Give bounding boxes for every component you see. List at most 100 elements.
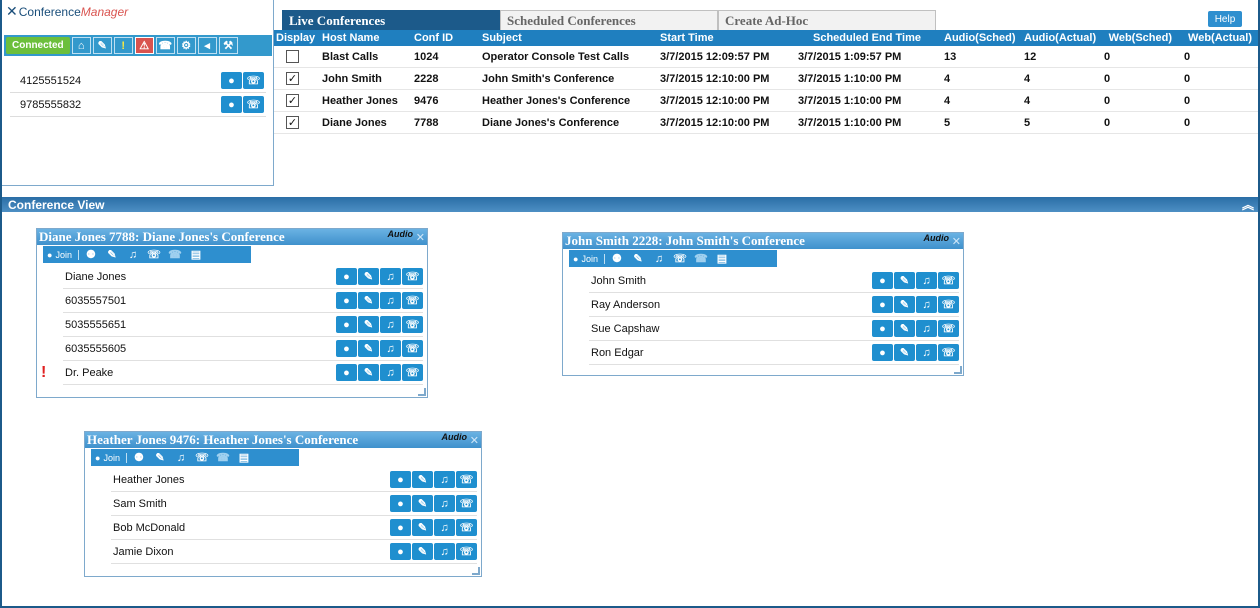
participant-row[interactable]: Sam Smith ● ✎ ♫ ☏ — [111, 492, 477, 516]
display-checkbox[interactable]: ✓ — [286, 94, 299, 107]
person-icon[interactable]: ● — [221, 72, 242, 89]
mute-icon[interactable]: ✎ — [358, 292, 379, 309]
mute-icon[interactable]: ✎ — [92, 37, 112, 54]
group-icon[interactable]: ⚉ — [130, 451, 148, 464]
person-icon[interactable]: ● — [336, 316, 357, 333]
participant-row[interactable]: 5035555651 ● ✎ ♫ ☏ — [63, 313, 423, 337]
mute-icon[interactable]: ✎ — [358, 316, 379, 333]
participant-row[interactable]: Diane Jones ● ✎ ♫ ☏ — [63, 265, 423, 289]
hangup-icon[interactable]: ☏ — [456, 471, 477, 488]
table-row[interactable]: Blast Calls 1024 Operator Console Test Cal… — [274, 46, 1258, 68]
hangup-all-icon[interactable]: ☏ — [145, 248, 163, 261]
phone-icon[interactable]: ☎ — [155, 37, 175, 54]
header-audio-actual[interactable]: Audio(Actual) — [1016, 32, 1096, 44]
display-checkbox[interactable]: ✓ — [286, 72, 299, 85]
participant-row[interactable]: Jamie Dixon ● ✎ ♫ ☏ — [111, 540, 477, 564]
tab-scheduled-conferences[interactable]: Scheduled Conferences — [500, 10, 718, 30]
participant-row[interactable]: 6035557501 ● ✎ ♫ ☏ — [63, 289, 423, 313]
mute-all-icon[interactable]: ✎ — [629, 252, 647, 265]
participant-row[interactable]: Sue Capshaw ● ✎ ♫ ☏ — [589, 317, 959, 341]
tab-create-ad-hoc[interactable]: Create Ad-Hoc — [718, 10, 936, 30]
music-icon[interactable]: ♫ — [434, 519, 455, 536]
resize-handle[interactable] — [472, 567, 480, 575]
music-icon[interactable]: ♫ — [434, 471, 455, 488]
person-icon[interactable]: ● — [872, 320, 893, 337]
music-icon[interactable]: ♫ — [124, 249, 142, 261]
mute-icon[interactable]: ✎ — [894, 272, 915, 289]
participant-row[interactable]: 6035555605 ● ✎ ♫ ☏ — [63, 337, 423, 361]
book-icon[interactable]: ▤ — [187, 248, 205, 261]
music-icon[interactable]: ♫ — [172, 452, 190, 464]
hangup-all-icon[interactable]: ☏ — [193, 451, 211, 464]
person-icon[interactable]: ● — [336, 268, 357, 285]
person-icon[interactable]: ● — [221, 96, 242, 113]
conference-window-title-bar[interactable]: Heather Jones 9476: Heather Jones's Conf… — [85, 432, 481, 448]
header-web-sched[interactable]: Web(Sched) — [1096, 32, 1176, 44]
participant-row[interactable]: John Smith ● ✎ ♫ ☏ — [589, 269, 959, 293]
hangup-icon[interactable]: ☏ — [243, 72, 264, 89]
hangup-icon[interactable]: ☏ — [402, 316, 423, 333]
header-end-time[interactable]: Scheduled End Time — [798, 32, 936, 44]
mute-icon[interactable]: ✎ — [894, 320, 915, 337]
hangup-icon[interactable]: ☏ — [402, 268, 423, 285]
join-button[interactable]: ● Join — [47, 249, 79, 260]
hangup-icon[interactable]: ☏ — [402, 340, 423, 357]
music-icon[interactable]: ♫ — [434, 495, 455, 512]
resize-handle[interactable] — [954, 366, 962, 374]
music-icon[interactable]: ♫ — [916, 296, 937, 313]
wrench-icon[interactable]: ⚒ — [218, 37, 238, 54]
warning-icon[interactable]: ! — [113, 37, 133, 54]
music-icon[interactable]: ♫ — [380, 292, 401, 309]
gear-icon[interactable]: ⚙ — [176, 37, 196, 54]
participant-row[interactable]: ! Dr. Peake ● ✎ ♫ ☏ — [41, 361, 423, 385]
table-row[interactable]: ✓ Diane Jones 7788 Diane Jones's Conference… — [274, 112, 1258, 134]
mute-icon[interactable]: ✎ — [412, 495, 433, 512]
hangup-icon[interactable]: ☏ — [402, 364, 423, 381]
music-icon[interactable]: ♫ — [916, 272, 937, 289]
mute-icon[interactable]: ✎ — [412, 519, 433, 536]
mute-icon[interactable]: ✎ — [894, 296, 915, 313]
mute-icon[interactable]: ✎ — [358, 364, 379, 381]
join-button[interactable]: ● Join — [95, 452, 127, 463]
participant-row[interactable]: Heather Jones ● ✎ ♫ ☏ — [111, 468, 477, 492]
close-icon[interactable]: ✕ — [416, 231, 425, 244]
mute-icon[interactable]: ✎ — [412, 543, 433, 560]
table-row[interactable]: ✓ John Smith 2228 John Smith's Conference 3/… — [274, 68, 1258, 90]
music-icon[interactable]: ♫ — [380, 268, 401, 285]
hangup-icon[interactable]: ☏ — [938, 272, 959, 289]
dial-out-icon[interactable]: ☎ — [692, 252, 710, 265]
header-web-actual[interactable]: Web(Actual) — [1176, 32, 1256, 44]
hangup-icon[interactable]: ☏ — [456, 519, 477, 536]
mute-icon[interactable]: ✎ — [412, 471, 433, 488]
back-icon[interactable]: ◂ — [197, 37, 217, 54]
header-host-name[interactable]: Host Name — [318, 32, 414, 44]
home-icon[interactable]: ⌂ — [71, 37, 91, 54]
collapse-chevron-icon[interactable]: ︽ — [1242, 196, 1254, 213]
header-start-time[interactable]: Start Time — [660, 32, 798, 44]
music-icon[interactable]: ♫ — [434, 543, 455, 560]
participant-row[interactable]: Bob McDonald ● ✎ ♫ ☏ — [111, 516, 477, 540]
display-checkbox[interactable]: ✓ — [286, 116, 299, 129]
person-icon[interactable]: ● — [336, 340, 357, 357]
music-icon[interactable]: ♫ — [650, 253, 668, 265]
person-icon[interactable]: ● — [390, 495, 411, 512]
person-icon[interactable]: ● — [390, 471, 411, 488]
hangup-icon[interactable]: ☏ — [456, 543, 477, 560]
conference-window-title-bar[interactable]: Diane Jones 7788: Diane Jones's Conferen… — [37, 229, 427, 245]
hangup-icon[interactable]: ☏ — [402, 292, 423, 309]
hangup-icon[interactable]: ☏ — [938, 344, 959, 361]
person-icon[interactable]: ● — [872, 344, 893, 361]
book-icon[interactable]: ▤ — [235, 451, 253, 464]
tab-live-conferences[interactable]: Live Conferences — [282, 10, 500, 30]
music-icon[interactable]: ♫ — [916, 344, 937, 361]
display-checkbox[interactable] — [286, 50, 299, 63]
hangup-icon[interactable]: ☏ — [243, 96, 264, 113]
dial-out-icon[interactable]: ☎ — [166, 248, 184, 261]
mute-icon[interactable]: ✎ — [358, 340, 379, 357]
person-icon[interactable]: ● — [390, 519, 411, 536]
participant-row[interactable]: Ron Edgar ● ✎ ♫ ☏ — [589, 341, 959, 365]
header-conf-id[interactable]: Conf ID — [414, 32, 482, 44]
hangup-all-icon[interactable]: ☏ — [671, 252, 689, 265]
music-icon[interactable]: ♫ — [380, 340, 401, 357]
header-display[interactable]: Display — [274, 32, 318, 44]
